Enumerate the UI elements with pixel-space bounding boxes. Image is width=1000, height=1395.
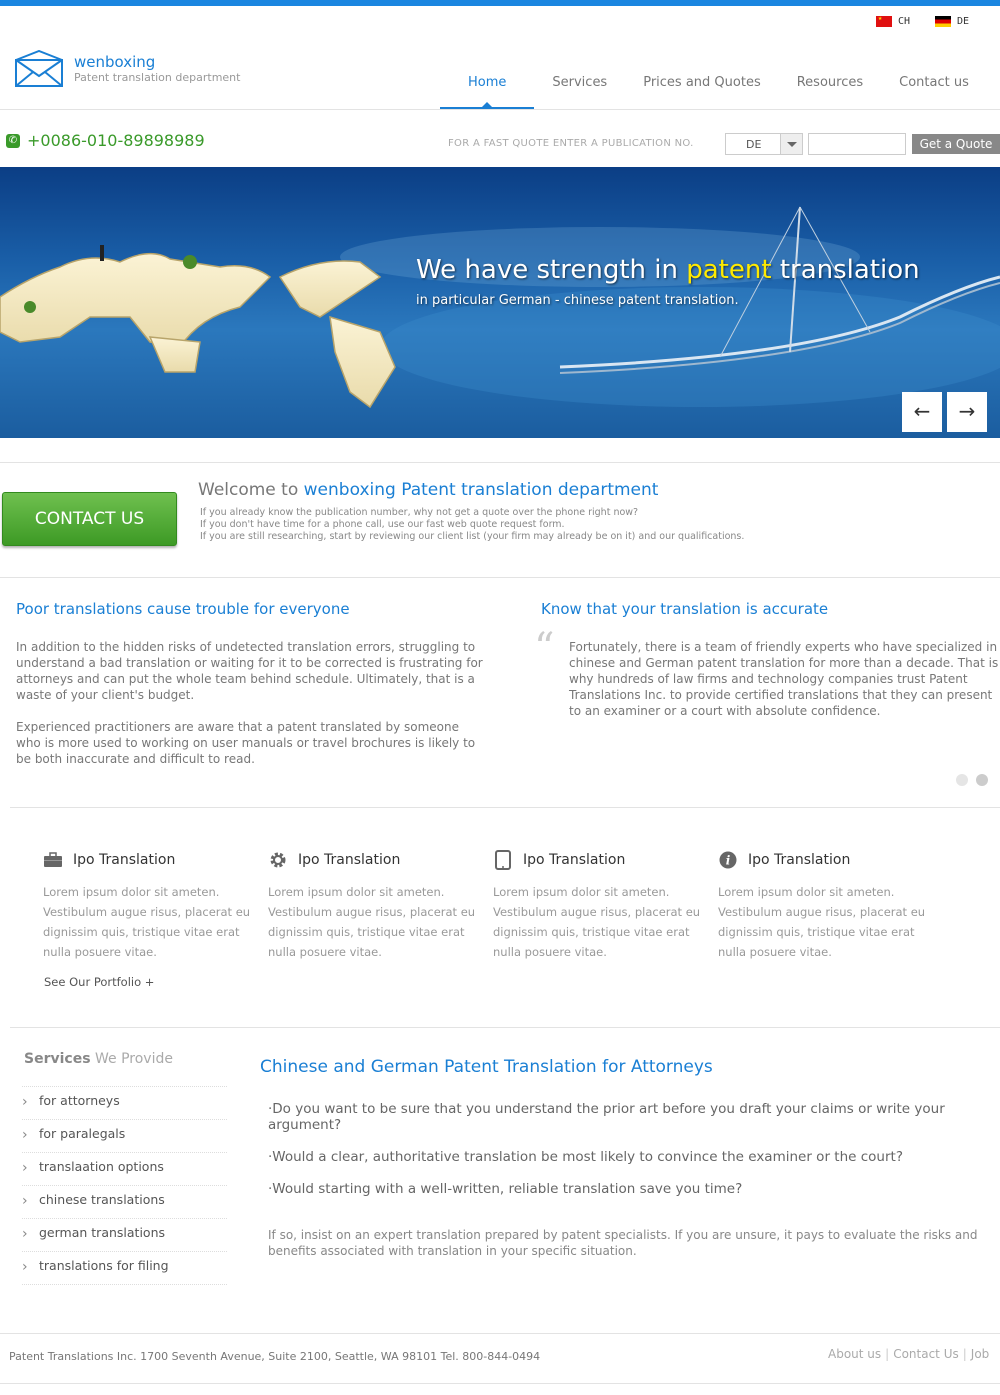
briefcase-icon (43, 850, 63, 870)
right-column-paragraph: Fortunately, there is a team of friendly… (569, 640, 999, 718)
welcome-line: If you don't have time for a phone call,… (200, 519, 565, 530)
services-heading-bold: Services (24, 1051, 91, 1067)
country-select-value: DE (746, 138, 762, 151)
feature-card-2: Ipo Translation Lorem ipsum dolor sit am… (268, 850, 478, 962)
welcome-prefix: Welcome to (198, 480, 304, 500)
footer-divider-top (0, 1333, 1000, 1334)
feature-card-4: i Ipo Translation Lorem ipsum dolor sit … (718, 850, 928, 962)
features-divider-top (10, 807, 1000, 808)
left-column-title: Poor translations cause trouble for ever… (16, 600, 350, 618)
site-logo[interactable]: wenboxing Patent translation department (14, 50, 240, 88)
welcome-title: Welcome to wenboxing Patent translation … (198, 480, 658, 500)
phone-icon: ✆ (6, 133, 20, 148)
hero-title-before: We have strength in (416, 255, 687, 285)
hero-title-after: translation (771, 255, 920, 285)
article-question: ·Would starting with a well-written, rel… (268, 1181, 743, 1197)
footer-job-link[interactable]: Job (971, 1347, 990, 1361)
nav-services[interactable]: Services (534, 73, 625, 109)
info-icon: i (718, 850, 738, 870)
svg-text:i: i (726, 854, 731, 868)
feature-title: Ipo Translation (523, 852, 626, 868)
article-title: Chinese and German Patent Translation fo… (260, 1057, 713, 1077)
welcome-brand: wenboxing Patent translation department (303, 480, 659, 500)
article-paragraph: If so, insist on an expert translation p… (268, 1228, 978, 1258)
service-item-attorneys[interactable]: for attorneys (22, 1087, 227, 1120)
main-nav: Home Services Prices and Quotes Resource… (440, 73, 987, 109)
welcome-divider-bottom (0, 577, 1000, 578)
header-divider (0, 109, 1000, 110)
welcome-lines: If you already know the publication numb… (200, 507, 744, 543)
quote-mark-icon: “ (534, 625, 555, 671)
language-ch-label: CH (898, 16, 911, 27)
footer-separator: | (885, 1347, 890, 1361)
footer-contact-link[interactable]: Contact Us (893, 1347, 959, 1361)
hero-subtitle: in particular German - chinese patent tr… (416, 293, 739, 308)
feature-title: Ipo Translation (748, 852, 851, 868)
service-item-filing[interactable]: translations for filing (22, 1252, 227, 1285)
features-divider-bottom (10, 1027, 1000, 1028)
carousel-dot-2[interactable] (976, 774, 988, 786)
nav-home[interactable]: Home (440, 73, 535, 109)
logo-name: wenboxing (74, 53, 156, 71)
feature-text: Lorem ipsum dolor sit ameten. Vestibulum… (493, 885, 701, 959)
language-de-label: DE (957, 16, 970, 27)
service-item-translation-options[interactable]: translaation options (22, 1153, 227, 1186)
article-question: ·Would a clear, authoritative translatio… (268, 1149, 903, 1165)
country-select[interactable]: DE (725, 133, 803, 155)
feature-text: Lorem ipsum dolor sit ameten. Vestibulum… (718, 885, 926, 959)
feature-title: Ipo Translation (73, 852, 176, 868)
get-quote-button[interactable]: Get a Quote (912, 134, 1000, 154)
top-accent-bar (0, 0, 1000, 6)
service-item-paralegals[interactable]: for paralegals (22, 1120, 227, 1153)
china-flag-icon (876, 14, 892, 27)
services-heading: Services We Provide (24, 1051, 173, 1067)
service-item-chinese[interactable]: chinese translations (22, 1186, 227, 1219)
publication-number-input[interactable] (808, 133, 906, 155)
feature-text: Lorem ipsum dolor sit ameten. Vestibulum… (268, 885, 476, 959)
service-item-german[interactable]: german translations (22, 1219, 227, 1252)
germany-flag-icon (935, 16, 951, 27)
footer-about-link[interactable]: About us (828, 1347, 881, 1361)
footer-divider-bottom (0, 1383, 1000, 1384)
hero-next-button[interactable]: → (947, 392, 987, 432)
welcome-line: If you already know the publication numb… (200, 507, 639, 518)
nav-prices-and-quotes[interactable]: Prices and Quotes (625, 73, 779, 109)
carousel-dot-1[interactable] (956, 774, 968, 786)
quote-label: FOR A FAST QUOTE ENTER A PUBLICATION NO. (448, 138, 694, 149)
feature-text: Lorem ipsum dolor sit ameten. Vestibulum… (43, 885, 251, 959)
hero-banner: We have strength in patent translation i… (0, 167, 1000, 438)
nav-contact-us[interactable]: Contact us (881, 73, 987, 109)
feature-card-3: Ipo Translation Lorem ipsum dolor sit am… (493, 850, 703, 962)
footer-links: About us | Contact Us | Job (828, 1347, 989, 1361)
right-column-title: Know that your translation is accurate (541, 600, 829, 618)
phone-text: +0086-010-89898989 (27, 131, 205, 150)
chevron-down-icon (780, 134, 802, 154)
left-column-paragraph-2: Experienced practitioners are aware that… (16, 720, 476, 766)
welcome-line: If you are still researching, start by r… (200, 531, 745, 542)
welcome-divider-top (0, 462, 1000, 463)
language-de-link[interactable]: DE (935, 16, 969, 27)
logo-subtitle: Patent translation department (74, 71, 241, 84)
feature-card-1: Ipo Translation Lorem ipsum dolor sit am… (43, 850, 253, 962)
hero-title: We have strength in patent translation (416, 255, 920, 285)
feature-title: Ipo Translation (298, 852, 401, 868)
services-list: for attorneys for paralegals translaatio… (22, 1086, 227, 1285)
see-portfolio-link[interactable]: See Our Portfolio + (44, 975, 154, 989)
nav-resources[interactable]: Resources (779, 73, 881, 109)
left-column-paragraph-1: In addition to the hidden risks of undet… (16, 640, 483, 702)
hero-prev-button[interactable]: ← (902, 392, 942, 432)
phone-number: ✆ +0086-010-89898989 (6, 131, 205, 150)
services-heading-light: We Provide (90, 1051, 173, 1067)
contact-us-button[interactable]: CONTACT US (2, 492, 177, 546)
hero-title-highlight: patent (686, 255, 772, 285)
footer-separator: | (962, 1347, 967, 1361)
envelope-icon (15, 50, 63, 87)
tablet-icon (493, 850, 513, 870)
gear-icon (268, 850, 288, 870)
footer-address: Patent Translations Inc. 1700 Seventh Av… (9, 1350, 541, 1363)
carousel-dots (956, 774, 988, 786)
language-ch-link[interactable]: CH (876, 14, 911, 27)
article-question: ·Do you want to be sure that you underst… (268, 1101, 945, 1133)
